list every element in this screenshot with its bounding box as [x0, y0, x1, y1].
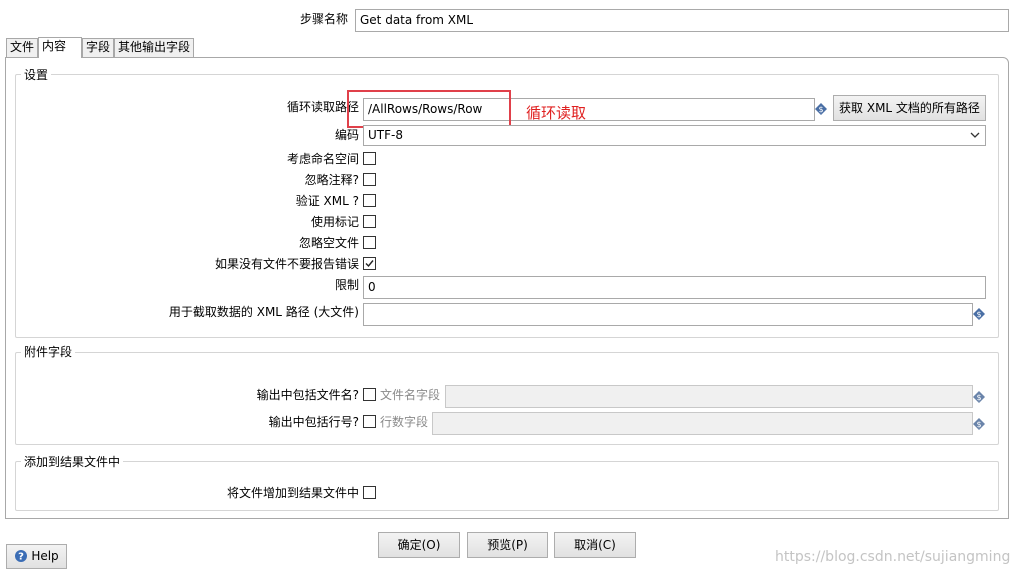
step-name-label: 步骤名称 [299, 12, 348, 26]
get-xml-paths-button[interactable]: 获取 XML 文档的所有路径 [833, 95, 986, 121]
prune-path-input[interactable] [363, 303, 973, 326]
prune-path-label: 用于截取数据的 XML 路径 (大文件) [168, 305, 359, 319]
chevron-down-icon [970, 132, 980, 138]
no-error-checkbox[interactable] [363, 257, 376, 270]
use-token-label: 使用标记 [310, 215, 359, 229]
settings-group-title: 设置 [21, 68, 52, 82]
check-icon [365, 260, 374, 268]
additional-fields-title: 附件字段 [21, 345, 76, 359]
ignore-comments-label: 忽略注释? [304, 173, 359, 187]
include-rownum-label: 输出中包括行号? [268, 415, 359, 429]
add-to-result-checkbox[interactable] [363, 486, 376, 499]
namespace-label: 考虑命名空间 [286, 152, 359, 166]
namespace-checkbox[interactable] [363, 152, 376, 165]
ok-button[interactable]: 确定(O) [378, 532, 460, 558]
cancel-button[interactable]: 取消(C) [554, 532, 636, 558]
encoding-select[interactable]: UTF-8 [363, 125, 986, 146]
ignore-empty-file-checkbox[interactable] [363, 236, 376, 249]
tab-fields[interactable]: 字段 [82, 38, 114, 57]
filename-field-label: 文件名字段 [380, 388, 441, 402]
result-files-title: 添加到结果文件中 [21, 455, 124, 469]
filename-field-input [445, 385, 973, 408]
svg-text:$: $ [976, 393, 981, 402]
preview-button[interactable]: 预览(P) [467, 532, 548, 558]
help-icon: ? [15, 549, 28, 562]
ignore-empty-file-label: 忽略空文件 [298, 236, 359, 250]
annotation-text: 循环读取 [526, 104, 587, 122]
step-name-input[interactable]: Get data from XML [355, 9, 1009, 32]
include-filename-checkbox[interactable] [363, 388, 376, 401]
ignore-comments-checkbox[interactable] [363, 173, 376, 186]
svg-text:$: $ [818, 105, 823, 114]
svg-text:$: $ [976, 420, 981, 429]
encoding-value: UTF-8 [368, 128, 403, 142]
rownum-field-input [432, 412, 973, 435]
svg-text:$: $ [976, 310, 981, 319]
help-button[interactable]: ? Help [6, 544, 67, 569]
svg-text:?: ? [18, 551, 24, 562]
tab-file[interactable]: 文件 [6, 38, 38, 57]
no-error-label: 如果没有文件不要报告错误 [214, 257, 359, 271]
use-token-checkbox[interactable] [363, 215, 376, 228]
variable-icon[interactable]: $ [973, 308, 985, 320]
validate-xml-checkbox[interactable] [363, 194, 376, 207]
limit-input[interactable]: 0 [363, 276, 986, 299]
variable-icon[interactable]: $ [815, 103, 827, 115]
include-rownum-checkbox[interactable] [363, 415, 376, 428]
add-to-result-label: 将文件增加到结果文件中 [226, 486, 359, 500]
annotation-box [347, 90, 511, 128]
watermark-text: https://blog.csdn.net/sujiangming [775, 549, 1011, 565]
encoding-label: 编码 [334, 128, 359, 142]
tab-other-output-fields[interactable]: 其他输出字段 [114, 38, 194, 57]
include-filename-label: 输出中包括文件名? [256, 388, 359, 402]
variable-icon[interactable]: $ [973, 418, 985, 430]
help-label: Help [31, 549, 59, 563]
loop-path-label: 循环读取路径 [286, 100, 359, 114]
validate-xml-label: 验证 XML ? [295, 194, 359, 208]
rownum-field-label: 行数字段 [380, 415, 429, 429]
tab-content[interactable]: 内容 [38, 37, 82, 58]
limit-label: 限制 [334, 278, 359, 292]
variable-icon[interactable]: $ [973, 391, 985, 403]
